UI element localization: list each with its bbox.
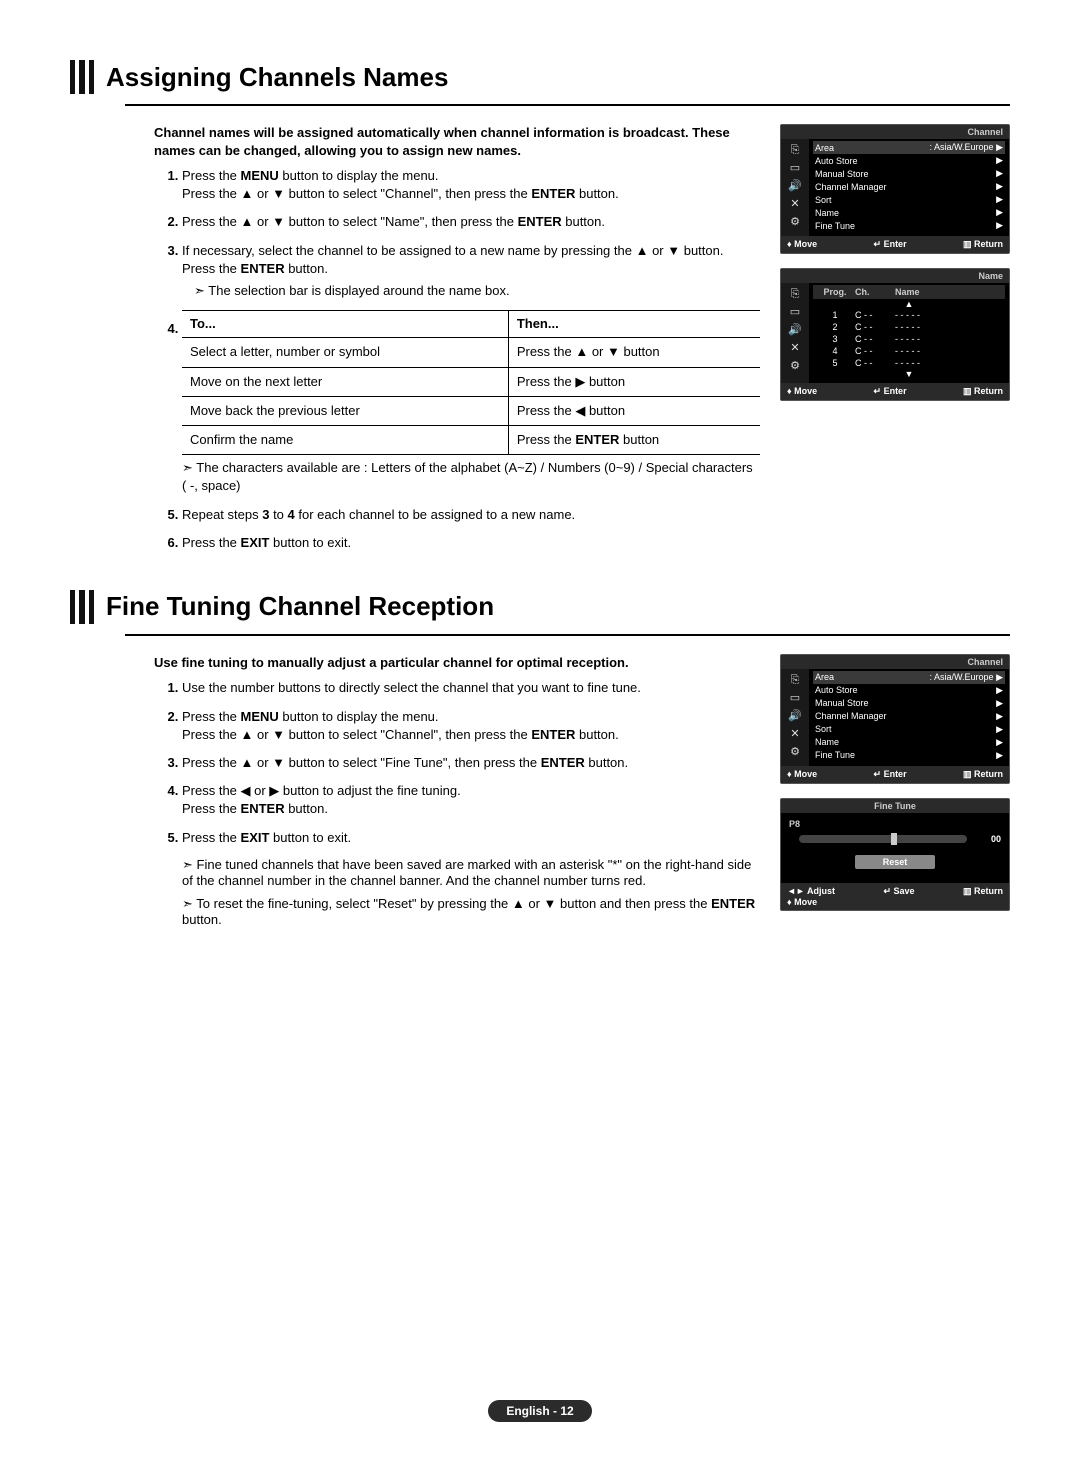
channel-icon: ✕ xyxy=(787,341,803,355)
osd-channel-panel: Channel ⎘ ▭ 🔊 ✕ ⚙ Area: Asia/W.Europe ▶ … xyxy=(780,124,1010,254)
osd-title: Name xyxy=(781,269,1009,283)
section-heading: Fine Tuning Channel Reception xyxy=(70,590,1010,624)
setup-icon: ⚙ xyxy=(787,215,803,229)
sound-icon: 🔊 xyxy=(787,709,803,723)
osd-name-panel: Name ⎘ ▭ 🔊 ✕ ⚙ Prog. Ch. xyxy=(780,268,1010,401)
section2-title: Fine Tuning Channel Reception xyxy=(106,591,494,622)
table-cell: Press the ENTER button xyxy=(508,425,760,454)
osd-foot-return: ▥ Return xyxy=(963,239,1003,250)
heading-bars-icon xyxy=(70,590,94,624)
horizontal-rule xyxy=(125,104,1010,106)
table-cell: Select a letter, number or symbol xyxy=(182,338,508,367)
page-footer: English - 12 xyxy=(0,1400,1080,1422)
input-icon: ⎘ xyxy=(787,673,803,687)
setup-icon: ⚙ xyxy=(787,359,803,373)
section2-steps: Use the number buttons to directly selec… xyxy=(154,679,760,846)
step-text: Press the MENU button to display the men… xyxy=(182,168,619,201)
sound-icon: 🔊 xyxy=(787,179,803,193)
table-cell: Press the ◀ button xyxy=(508,396,760,425)
ft-reset-button: Reset xyxy=(855,855,935,869)
step-text: If necessary, select the channel to be a… xyxy=(182,243,723,276)
step-text: Press the ◀ or ▶ button to adjust the fi… xyxy=(182,783,461,816)
step-text: Repeat steps 3 to 4 for each channel to … xyxy=(182,507,575,522)
picture-icon: ▭ xyxy=(787,691,803,705)
osd-title: Channel xyxy=(781,125,1009,139)
section1-steps: Press the MENU button to display the men… xyxy=(154,167,760,552)
setup-icon: ⚙ xyxy=(787,745,803,759)
table-cell: Move on the next letter xyxy=(182,367,508,396)
page-number-label: English - 12 xyxy=(488,1400,591,1422)
step-text: Press the EXIT button to exit. xyxy=(182,535,351,550)
step-text: Press the EXIT button to exit. xyxy=(182,830,351,845)
section2-intro: Use fine tuning to manually adjust a par… xyxy=(154,654,760,672)
horizontal-rule xyxy=(125,634,1010,636)
section1-intro: Channel names will be assigned automatic… xyxy=(154,124,760,159)
channel-icon: ✕ xyxy=(787,727,803,741)
step-text: Press the ▲ or ▼ button to select "Fine … xyxy=(182,755,628,770)
section2-note1: Fine tuned channels that have been saved… xyxy=(182,857,760,888)
post-table-note: The characters available are : Letters o… xyxy=(182,459,760,495)
step-text: Press the MENU button to display the men… xyxy=(182,709,619,742)
input-icon: ⎘ xyxy=(787,287,803,301)
table-cell: Press the ▲ or ▼ button xyxy=(508,338,760,367)
section1-title: Assigning Channels Names xyxy=(106,62,448,93)
osd-foot-move: ♦ Move xyxy=(787,239,817,250)
table-cell: Confirm the name xyxy=(182,425,508,454)
osd-foot-enter: ↵ Enter xyxy=(874,239,907,250)
ft-value: 00 xyxy=(977,834,1001,844)
input-icon: ⎘ xyxy=(787,143,803,157)
table-cell: Press the ▶ button xyxy=(508,367,760,396)
osd-channel-panel: Channel ⎘ ▭ 🔊 ✕ ⚙ Area: Asia/W.Europe ▶ … xyxy=(780,654,1010,784)
step3-note: The selection bar is displayed around th… xyxy=(194,282,760,300)
instruction-table: To... Then... Select a letter, number or… xyxy=(182,310,760,455)
section2-note2: To reset the fine-tuning, select "Reset"… xyxy=(182,896,760,927)
table-header: Then... xyxy=(508,311,760,338)
picture-icon: ▭ xyxy=(787,161,803,175)
section-heading: Assigning Channels Names xyxy=(70,60,1010,94)
ft-channel: P8 xyxy=(789,819,1001,829)
table-cell: Move back the previous letter xyxy=(182,396,508,425)
ft-slider xyxy=(799,835,967,843)
step-text: Use the number buttons to directly selec… xyxy=(182,680,641,695)
table-header: To... xyxy=(182,311,508,338)
heading-bars-icon xyxy=(70,60,94,94)
channel-icon: ✕ xyxy=(787,197,803,211)
step-text: Press the ▲ or ▼ button to select "Name"… xyxy=(182,214,605,229)
osd-finetune-panel: Fine Tune P8 00 Reset ◄► Adjust ↵ Save ▥… xyxy=(780,798,1010,911)
picture-icon: ▭ xyxy=(787,305,803,319)
sound-icon: 🔊 xyxy=(787,323,803,337)
